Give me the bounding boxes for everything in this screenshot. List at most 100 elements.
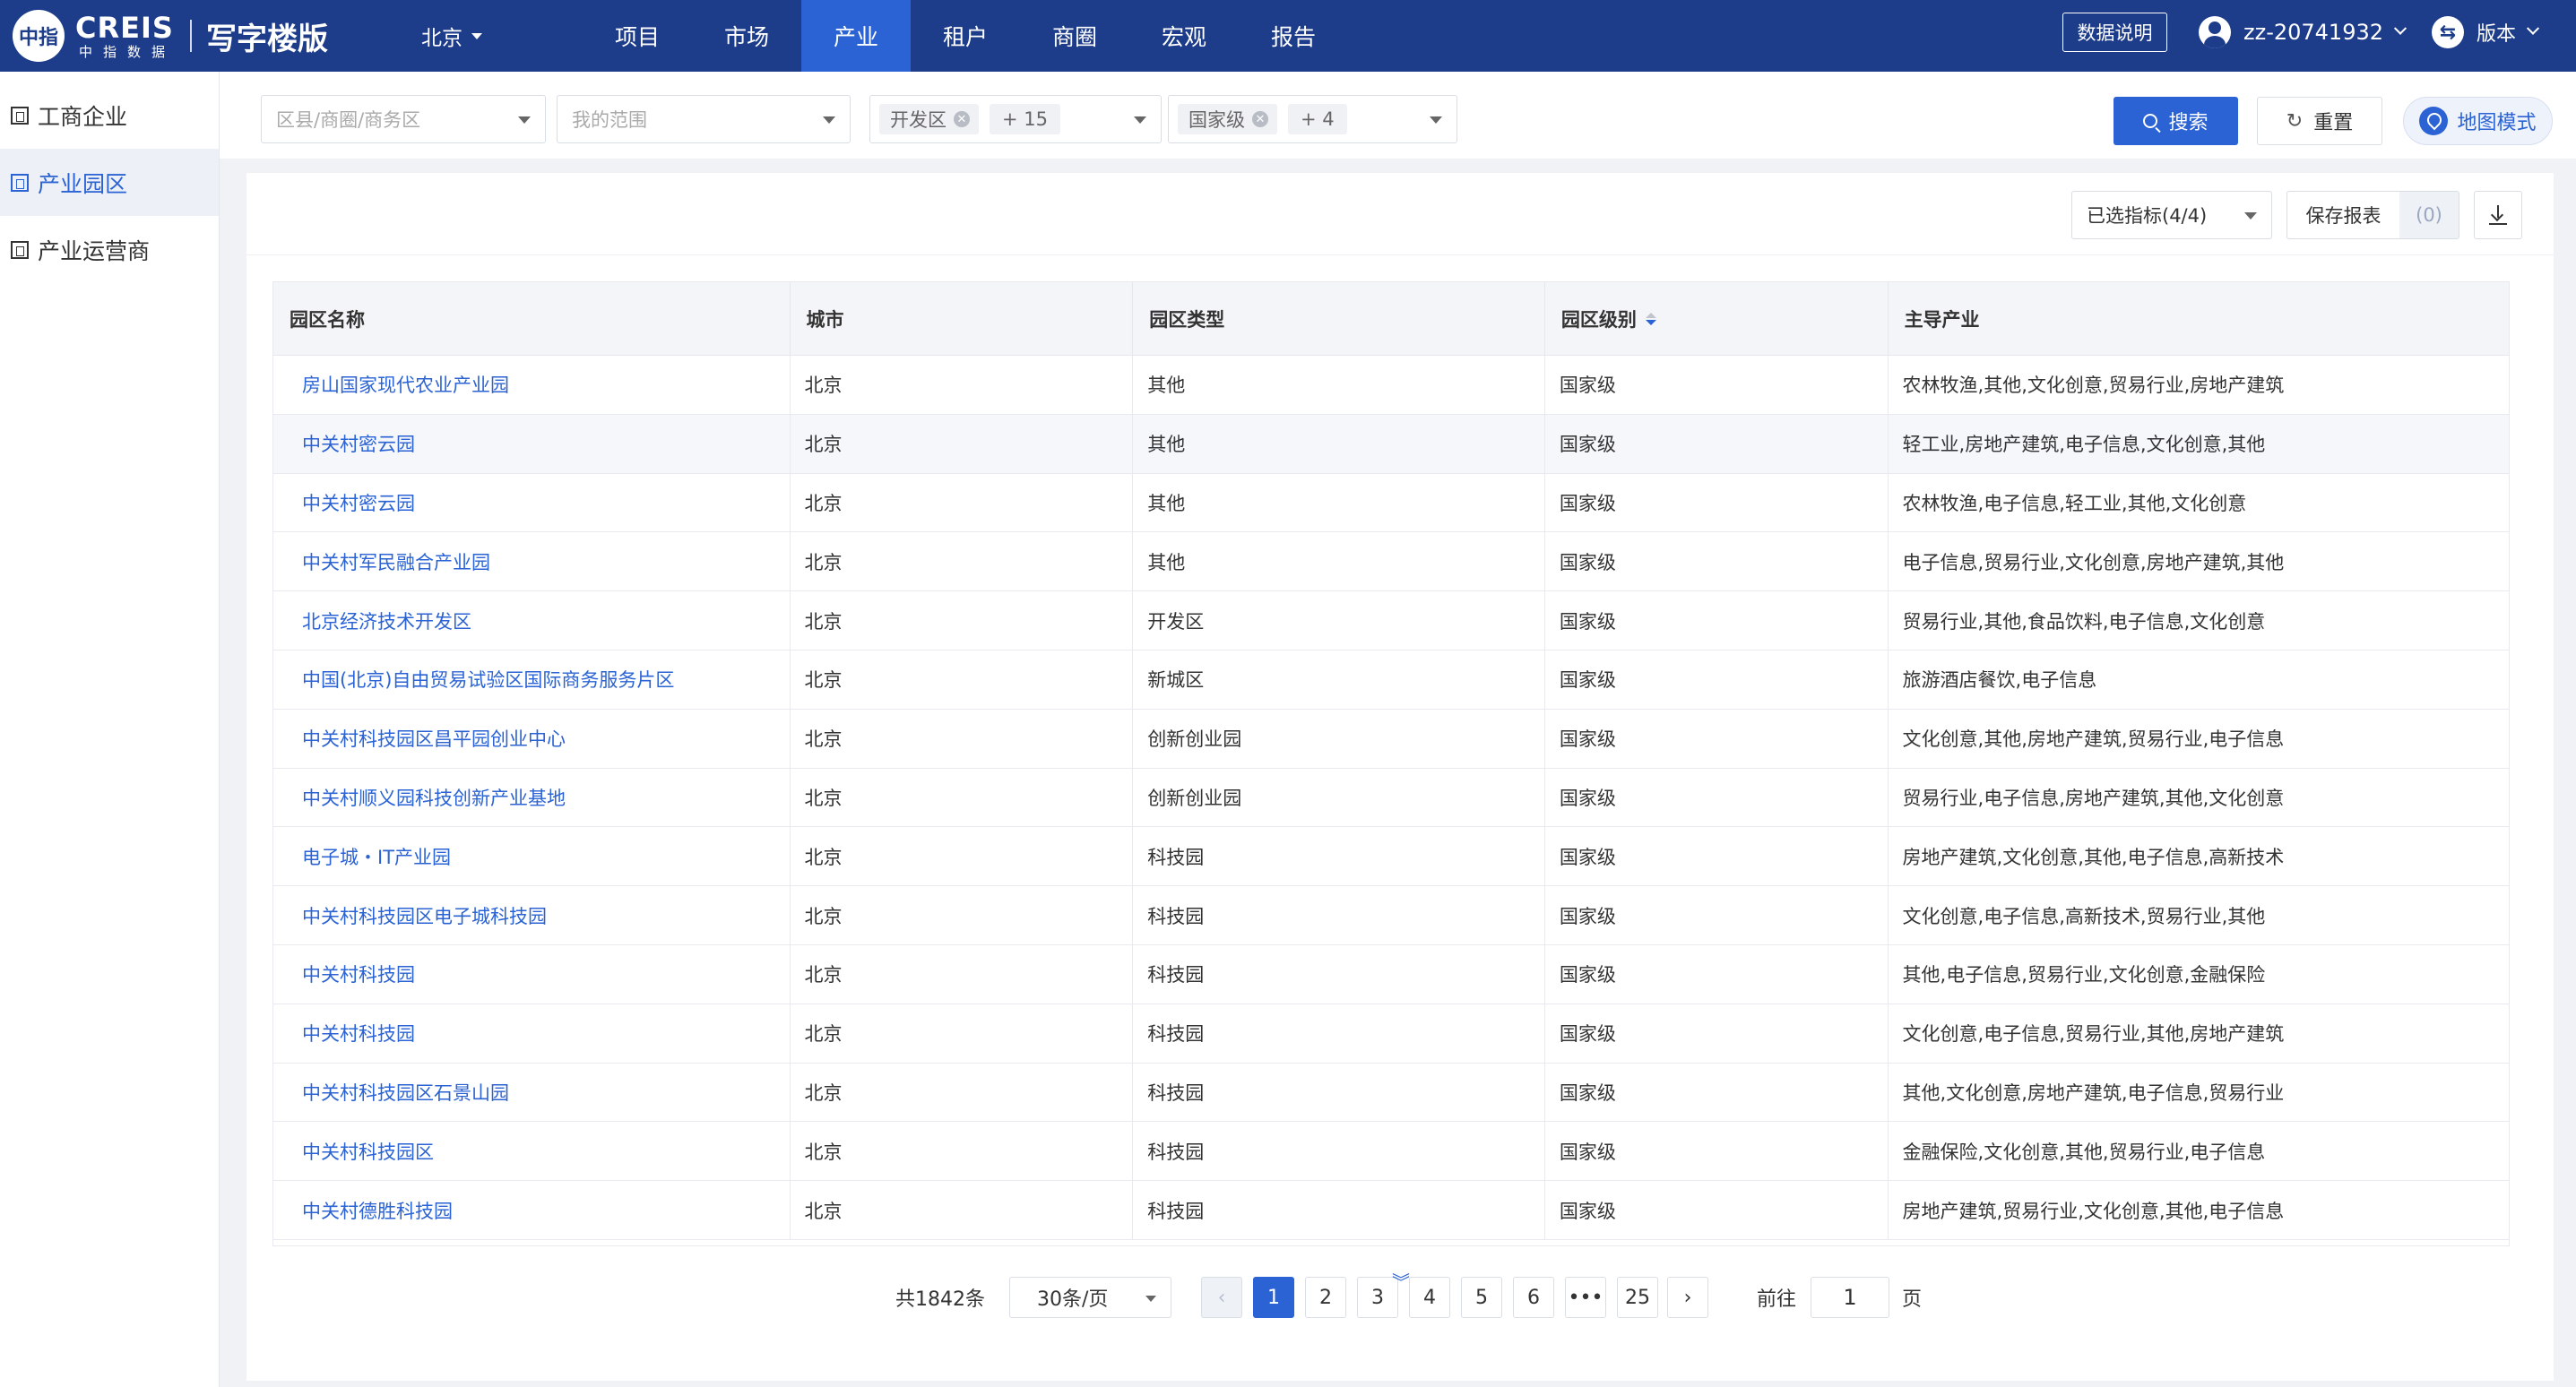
city-cell: 北京	[791, 1063, 1134, 1122]
park-type-more-tag: + 15	[990, 104, 1060, 134]
park-name-link[interactable]: 中关村军民融合产业园	[273, 532, 791, 591]
park-name-link[interactable]: 中关村密云园	[273, 414, 791, 473]
pagination: 共1842条 30条/页 ‹ 123456•••25 › ︾ 前往 页	[246, 1273, 2554, 1322]
table-row[interactable]: 中关村密云园 北京 其他 国家级 农林牧渔,电子信息,轻工业,其他,文化创意	[273, 473, 2509, 533]
park-name-link[interactable]: 中关村顺义园科技创新产业基地	[273, 768, 791, 827]
park-name-link[interactable]: 中关村科技园	[273, 944, 791, 1004]
park-name-link[interactable]: 中关村密云园	[273, 473, 791, 532]
prev-page-button[interactable]: ‹	[1201, 1277, 1242, 1318]
table-row[interactable]: 中关村科技园 北京 科技园 国家级 其他,电子信息,贸易行业,文化创意,金融保险	[273, 944, 2509, 1004]
search-button[interactable]: 搜索	[2114, 97, 2238, 145]
data-description-button[interactable]: 数据说明	[2062, 13, 2167, 52]
results-card: 已选指标(4/4) 保存报表 (0) 园区名称 城市 园区类型 园区级别 主导产…	[246, 173, 2554, 1381]
park-name-link[interactable]: 北京经济技术开发区	[273, 591, 791, 650]
page-button[interactable]: 1	[1253, 1277, 1294, 1318]
city-cell: 北京	[791, 532, 1134, 591]
goto-page-input[interactable]	[1811, 1277, 1890, 1318]
table-row[interactable]: 房山国家现代农业产业园 北京 其他 国家级 农林牧渔,其他,文化创意,贸易行业,房地产建…	[273, 356, 2509, 415]
nav-item-market[interactable]: 市场	[692, 0, 801, 72]
sidebar-item-enterprises[interactable]: 工商企业	[0, 82, 219, 149]
park-name-link[interactable]: 中关村德胜科技园	[273, 1181, 791, 1239]
table-row[interactable]: 中关村军民融合产业园 北京 其他 国家级 电子信息,贸易行业,文化创意,房地产建筑,其他	[273, 532, 2509, 592]
table-row[interactable]: 中国(北京)自由贸易试验区国际商务服务片区 北京 新城区 国家级 旅游酒店餐饮,电子信息	[273, 650, 2509, 710]
metrics-select[interactable]: 已选指标(4/4)	[2071, 191, 2272, 239]
nav-item-business-district[interactable]: 商圈	[1020, 0, 1129, 72]
double-chevron-down-icon[interactable]: ︾	[1392, 1273, 1410, 1291]
page-button[interactable]: 25	[1617, 1277, 1658, 1318]
table-row[interactable]: 中关村科技园区石景山园 北京 科技园 国家级 其他,文化创意,房地产建筑,电子信息,贸易…	[273, 1063, 2509, 1123]
close-icon[interactable]: ✕	[954, 111, 970, 127]
close-icon[interactable]: ✕	[1252, 111, 1268, 127]
user-menu[interactable]: zz-20741932	[2199, 13, 2407, 52]
page-button[interactable]: 5	[1461, 1277, 1502, 1318]
range-select[interactable]: 我的范围	[557, 95, 851, 143]
industry-cell: 文化创意,电子信息,高新技术,贸易行业,其他	[1902, 905, 2266, 927]
type-cell: 新城区	[1133, 650, 1545, 709]
next-page-button[interactable]: ›	[1667, 1277, 1708, 1318]
page-ellipsis[interactable]: •••	[1565, 1277, 1606, 1318]
type-cell: 科技园	[1133, 1004, 1545, 1063]
search-icon	[2143, 114, 2158, 128]
table-row[interactable]: 中关村科技园 北京 科技园 国家级 文化创意,电子信息,贸易行业,其他,房地产建筑	[273, 1004, 2509, 1064]
city-selector[interactable]: 北京	[421, 0, 482, 72]
city-cell: 北京	[791, 1181, 1134, 1239]
nav-item-project[interactable]: 项目	[583, 0, 692, 72]
version-switcher[interactable]: ⇆ 版本	[2432, 13, 2540, 52]
table-row[interactable]: 北京经济技术开发区 北京 开发区 国家级 贸易行业,其他,食品饮料,电子信息,文化创意	[273, 591, 2509, 650]
city-cell: 北京	[791, 414, 1134, 473]
page-button[interactable]: 4	[1409, 1277, 1450, 1318]
reset-button[interactable]: ↻ 重置	[2257, 97, 2382, 145]
nav-item-report[interactable]: 报告	[1239, 0, 1348, 72]
park-name-link[interactable]: 中国(北京)自由贸易试验区国际商务服务片区	[273, 650, 791, 709]
logo-main-text: CREIS	[75, 10, 174, 45]
park-name-link[interactable]: 房山国家现代农业产业园	[273, 356, 791, 414]
caret-down-icon	[471, 32, 482, 39]
table-row[interactable]: 中关村德胜科技园 北京 科技园 国家级 房地产建筑,贸易行业,文化创意,其他,电子信息	[273, 1181, 2509, 1240]
map-mode-button[interactable]: 地图模式	[2403, 97, 2553, 145]
page-button[interactable]: 6	[1513, 1277, 1554, 1318]
nav-item-industry[interactable]: 产业	[801, 0, 911, 72]
table-row[interactable]: 中关村科技园区昌平园创业中心 北京 创新创业园 国家级 文化创意,其他,房地产建筑,贸易…	[273, 709, 2509, 769]
download-button[interactable]	[2474, 191, 2522, 239]
city-cell: 北京	[791, 591, 1134, 650]
table-row[interactable]: 中关村科技园区电子城科技园 北京 科技园 国家级 文化创意,电子信息,高新技术,贸易行业…	[273, 886, 2509, 945]
column-header-city: 城市	[791, 282, 1134, 356]
page-button[interactable]: 2	[1305, 1277, 1346, 1318]
column-header-type: 园区类型	[1133, 282, 1545, 356]
level-cell: 国家级	[1545, 591, 1889, 650]
park-name-link[interactable]: 中关村科技园区石景山园	[273, 1063, 791, 1122]
nav-item-macro[interactable]: 宏观	[1129, 0, 1239, 72]
park-type-select[interactable]: 开发区 ✕ + 15	[869, 95, 1162, 143]
building-icon	[11, 240, 29, 259]
table-row[interactable]: 中关村顺义园科技创新产业基地 北京 创新创业园 国家级 贸易行业,电子信息,房地产建筑,…	[273, 768, 2509, 828]
nav-item-tenant[interactable]: 租户	[911, 0, 1020, 72]
table-row[interactable]: 中关村密云园 北京 其他 国家级 轻工业,房地产建筑,电子信息,文化创意,其他	[273, 414, 2509, 474]
sidebar-item-label: 工商企业	[38, 103, 128, 130]
top-bar: 中指 CREIS 中指数据 写字楼版 北京 项目 市场 产业 租户 商圈 宏观 …	[0, 0, 2576, 72]
swap-icon: ⇆	[2432, 16, 2464, 48]
page-size-select[interactable]: 30条/页	[1009, 1277, 1171, 1318]
level-cell: 国家级	[1545, 709, 1889, 768]
park-name-link[interactable]: 中关村科技园区昌平园创业中心	[273, 709, 791, 768]
sort-icon[interactable]	[1645, 313, 1656, 325]
column-header-level[interactable]: 园区级别	[1545, 282, 1889, 356]
park-name-link[interactable]: 中关村科技园	[273, 1004, 791, 1063]
city-cell: 北京	[791, 650, 1134, 709]
table-row[interactable]: 中关村科技园区 北京 科技园 国家级 金融保险,文化创意,其他,贸易行业,电子信息	[273, 1122, 2509, 1182]
sidebar-item-industrial-parks[interactable]: 产业园区	[0, 149, 219, 216]
table-row[interactable]: 电子城・IT产业园 北京 科技园 国家级 房地产建筑,文化创意,其他,电子信息,高新技术	[273, 827, 2509, 887]
logo[interactable]: 中指 CREIS 中指数据 写字楼版	[13, 7, 328, 65]
saved-report-count: (0)	[2399, 192, 2459, 238]
park-name-link[interactable]: 中关村科技园区	[273, 1122, 791, 1181]
district-select[interactable]: 区县/商圈/商务区	[261, 95, 546, 143]
level-cell: 国家级	[1545, 532, 1889, 591]
type-cell: 科技园	[1133, 827, 1545, 886]
industry-cell: 其他,文化创意,房地产建筑,电子信息,贸易行业	[1902, 1081, 2285, 1104]
level-cell: 国家级	[1545, 768, 1889, 827]
park-name-link[interactable]: 电子城・IT产业园	[273, 827, 791, 886]
park-level-select[interactable]: 国家级 ✕ + 4	[1168, 95, 1457, 143]
sidebar-item-operators[interactable]: 产业运营商	[0, 216, 219, 283]
park-name-link[interactable]: 中关村科技园区电子城科技园	[273, 886, 791, 944]
industry-cell: 贸易行业,电子信息,房地产建筑,其他,文化创意	[1902, 787, 2285, 809]
save-report-button[interactable]: 保存报表 (0)	[2286, 191, 2459, 239]
